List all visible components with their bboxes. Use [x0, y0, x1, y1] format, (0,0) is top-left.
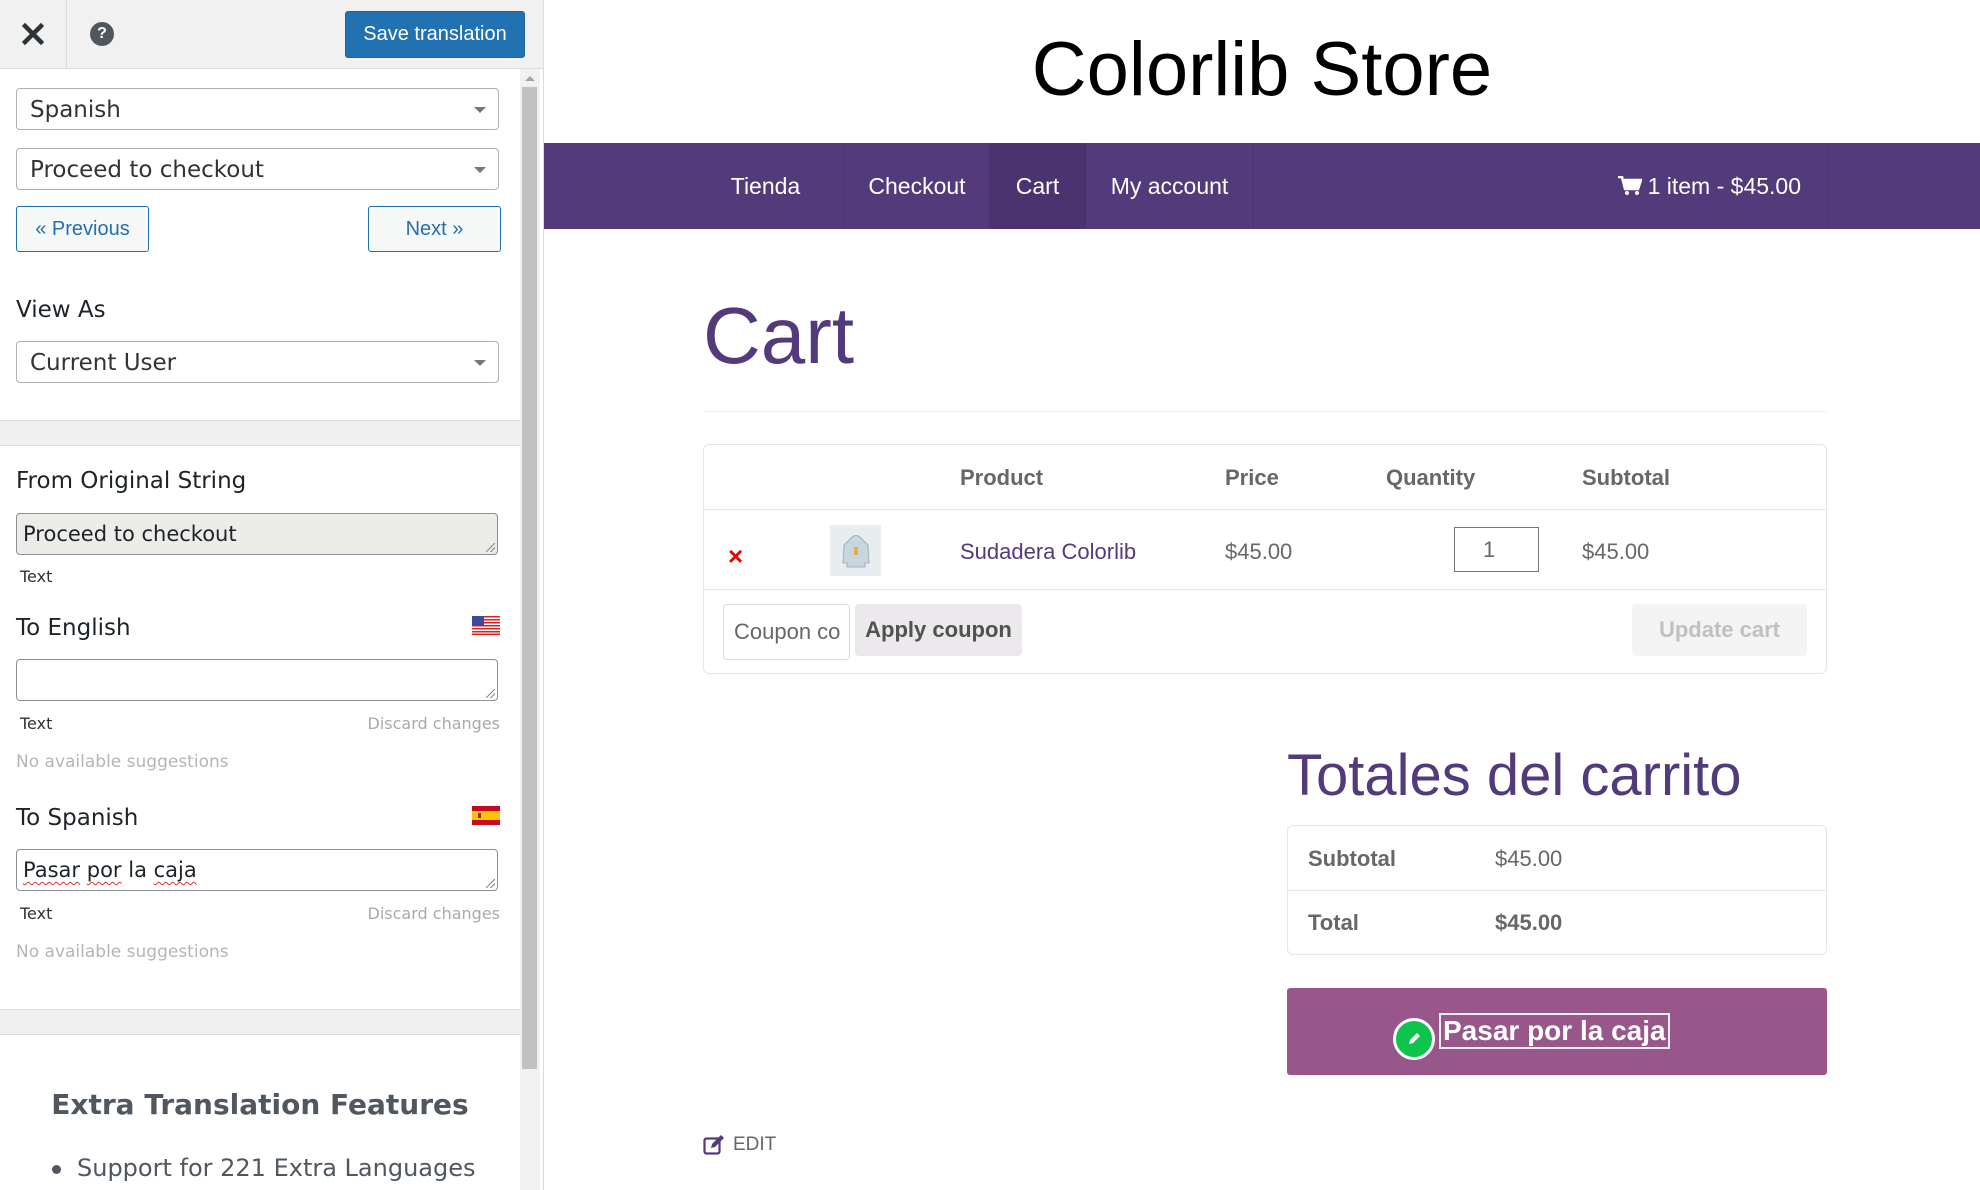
help-icon[interactable]: ? [90, 22, 114, 46]
chevron-down-icon [474, 360, 486, 366]
totals-subtotal-label: Subtotal [1308, 846, 1396, 871]
hoodie-icon [841, 534, 870, 567]
misspelled-word: Pasar [23, 858, 81, 882]
save-translation-button[interactable]: Save translation [345, 11, 525, 58]
spanish-translation-field[interactable]: Pasar por la caja [16, 849, 498, 891]
extra-features-title: Extra Translation Features [51, 1088, 469, 1121]
column-header-quantity: Quantity [1386, 465, 1476, 490]
translation-sidebar: ? Save translation Spanish Proceed to ch… [0, 0, 544, 1190]
to-spanish-label: To Spanish [16, 805, 139, 831]
row-divider [704, 509, 1826, 510]
page-title: Cart [703, 291, 855, 380]
string-select[interactable]: Proceed to checkout [16, 148, 499, 190]
misspelled-word: caja [153, 858, 197, 882]
chevron-down-icon [474, 107, 486, 113]
us-flag-icon [472, 616, 500, 635]
nav-item-tienda[interactable]: Tienda [687, 143, 845, 229]
misspelled-word: por [86, 858, 122, 882]
shopping-cart-icon [1617, 176, 1642, 195]
heading-divider [703, 411, 1827, 412]
bullet-icon [52, 1164, 61, 1174]
english-translation-field[interactable] [16, 659, 498, 701]
cart-totals-title: Totales del carrito [1287, 743, 1742, 808]
close-icon [22, 23, 44, 45]
resize-handle[interactable] [486, 689, 495, 698]
totals-total-label: Total [1308, 910, 1359, 935]
column-header-price: Price [1225, 465, 1279, 490]
nav-item-cart[interactable]: Cart [990, 143, 1086, 229]
product-subtotal: $45.00 [1582, 539, 1650, 564]
remove-item-icon[interactable]: × [728, 541, 743, 572]
chevron-down-icon [474, 167, 486, 173]
totals-subtotal-value: $45.00 [1495, 846, 1563, 871]
scroll-up-arrow-icon[interactable] [525, 76, 535, 81]
sidebar-header: ? Save translation [0, 0, 543, 69]
edit-icon [703, 1135, 724, 1155]
spanish-discard-changes-link[interactable]: Discard changes [368, 904, 500, 923]
resize-handle[interactable] [486, 879, 495, 888]
spanish-translation-value: Pasar por la caja [23, 858, 197, 882]
product-name-link[interactable]: Sudadera Colorlib [960, 539, 1136, 565]
spanish-suggestions-text: No available suggestions [16, 942, 229, 962]
column-header-product: Product [960, 465, 1044, 490]
extra-features-list: Support for 221 Extra Languages [52, 1154, 476, 1182]
spanish-type-label: Text [20, 904, 53, 923]
view-as-label: View As [16, 297, 106, 323]
section-divider [0, 420, 520, 446]
checkout-button-label: Pasar por la caja [1439, 1013, 1670, 1049]
column-header-subtotal: Subtotal [1582, 465, 1670, 490]
scrollbar-thumb[interactable] [522, 87, 537, 1069]
english-suggestions-text: No available suggestions [16, 752, 229, 772]
word: la [128, 858, 147, 882]
english-type-label: Text [20, 714, 53, 733]
header-cart-link[interactable]: 1 item - $45.00 [1574, 143, 1828, 229]
totals-total-value: $45.00 [1495, 910, 1563, 935]
view-as-select-value: Current User [30, 350, 177, 376]
cart-table: Product Price Quantity Subtotal × Sudade… [703, 444, 1827, 674]
edit-translation-pencil-icon[interactable] [1393, 1018, 1435, 1060]
row-divider [704, 589, 1826, 590]
sidebar-scrollbar[interactable] [520, 69, 540, 1190]
update-cart-button[interactable]: Update cart [1632, 604, 1807, 656]
proceed-to-checkout-button[interactable]: Pasar por la caja [1287, 988, 1827, 1075]
language-select[interactable]: Spanish [16, 88, 499, 130]
edit-page-link[interactable]: EDIT [703, 1134, 776, 1156]
previous-button[interactable]: « Previous [16, 206, 149, 252]
view-as-select[interactable]: Current User [16, 341, 499, 383]
pencil-icon [1409, 1033, 1420, 1044]
original-string-label: From Original String [16, 468, 247, 494]
close-button[interactable] [0, 0, 67, 68]
english-discard-changes-link[interactable]: Discard changes [368, 714, 500, 733]
product-thumbnail[interactable] [830, 525, 881, 576]
to-english-label: To English [16, 615, 131, 641]
product-price: $45.00 [1225, 539, 1293, 564]
language-select-value: Spanish [30, 97, 121, 123]
nav-item-checkout[interactable]: Checkout [845, 143, 990, 229]
string-select-value: Proceed to checkout [30, 157, 264, 183]
header-cart-summary: 1 item - $45.00 [1647, 172, 1801, 199]
es-flag-icon [472, 806, 500, 825]
apply-coupon-button[interactable]: Apply coupon [855, 604, 1022, 656]
original-string-value: Proceed to checkout [23, 522, 237, 546]
section-divider [0, 1009, 520, 1035]
site-title[interactable]: Colorlib Store [544, 26, 1980, 113]
site-preview: Colorlib Store Tienda Checkout Cart My a… [544, 0, 1980, 1190]
row-divider [1288, 890, 1826, 891]
original-string-field: Proceed to checkout [16, 513, 498, 555]
main-navigation: Tienda Checkout Cart My account 1 item -… [544, 143, 1980, 229]
next-button[interactable]: Next » [368, 206, 501, 252]
coupon-code-input[interactable]: Coupon co [723, 604, 850, 660]
cart-totals-table: Subtotal $45.00 Total $45.00 [1287, 825, 1827, 955]
quantity-input[interactable]: 1 [1454, 527, 1539, 572]
resize-handle[interactable] [486, 543, 495, 552]
edit-label: EDIT [733, 1134, 777, 1155]
nav-item-my-account[interactable]: My account [1086, 143, 1254, 229]
original-type-label: Text [20, 567, 53, 586]
extra-feature-item: Support for 221 Extra Languages [77, 1154, 476, 1182]
